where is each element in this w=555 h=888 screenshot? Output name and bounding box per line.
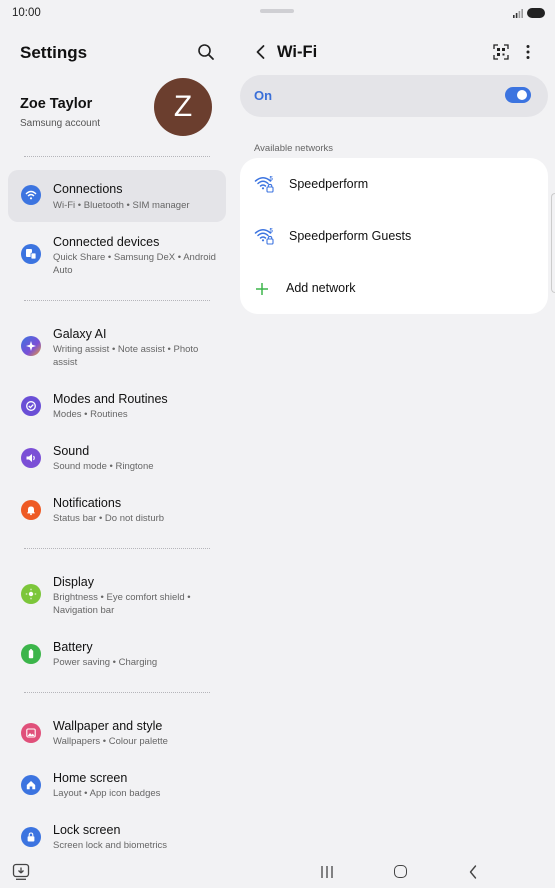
- menu-item-modes-and-routines[interactable]: Modes and Routines Modes • Routines: [8, 386, 226, 430]
- battery-status-icon: [527, 8, 545, 18]
- menu-item-sub: Screen lock and biometrics: [53, 840, 168, 851]
- edge-panel-handle[interactable]: [551, 193, 555, 293]
- menu-item-label: Sound: [53, 444, 90, 458]
- profile-name[interactable]: Zoe Taylor: [20, 96, 92, 112]
- menu-item-label: Connections: [53, 182, 123, 196]
- sound-icon: [21, 448, 41, 468]
- galaxy-ai-icon: [21, 336, 41, 356]
- modes-icon: [21, 396, 41, 416]
- add-network-label: Add network: [286, 281, 356, 295]
- wifi-secured-icon: 5: [254, 177, 274, 193]
- menu-item-label: Connected devices: [53, 235, 160, 249]
- menu-item-label: Wallpaper and style: [53, 719, 163, 733]
- status-time: 10:00: [12, 7, 41, 19]
- divider: [24, 692, 210, 693]
- menu-item-galaxy-ai[interactable]: Galaxy AI Writing assist • Note assist •…: [8, 320, 226, 376]
- menu-item-label: Notifications: [53, 496, 122, 510]
- switch-knob: [517, 90, 527, 100]
- back-arrow-icon[interactable]: [253, 43, 269, 61]
- settings-pane: Settings Zoe Taylor Samsung account Z Co…: [0, 28, 232, 858]
- divider: [24, 300, 210, 301]
- divider: [24, 156, 210, 157]
- menu-item-battery[interactable]: Battery Power saving • Charging: [8, 634, 226, 678]
- menu-item-connected-devices[interactable]: Connected devices Quick Share • Samsung …: [8, 228, 226, 284]
- lock-icon: [21, 827, 41, 847]
- menu-item-sub: Wallpapers • Colour palette: [53, 736, 168, 747]
- menu-item-lock-screen[interactable]: Lock screen Screen lock and biometrics: [8, 817, 226, 861]
- network-list: 5 Speedperform 5 Speedperform Guests Add…: [240, 158, 548, 314]
- connected-devices-icon: [21, 244, 41, 264]
- home-icon: [21, 775, 41, 795]
- bell-icon: [21, 500, 41, 520]
- menu-item-sub: Writing assist • Note assist • Photo ass…: [53, 344, 199, 368]
- back-icon[interactable]: [468, 864, 478, 880]
- more-options-icon[interactable]: [524, 43, 532, 61]
- svg-text:5: 5: [270, 229, 274, 235]
- recent-apps-icon[interactable]: [320, 865, 334, 879]
- menu-item-label: Battery: [53, 640, 93, 654]
- network-item[interactable]: 5 Speedperform: [240, 158, 548, 210]
- wifi-toggle-label: On: [254, 88, 273, 103]
- menu-item-label: Home screen: [53, 771, 128, 785]
- menu-item-sub: Quick Share • Samsung DeX • Android Auto: [53, 252, 216, 276]
- svg-text:5: 5: [270, 177, 274, 183]
- status-bar: 10:00: [0, 0, 555, 28]
- menu-item-display[interactable]: Display Brightness • Eye comfort shield …: [8, 568, 226, 624]
- menu-item-label: Lock screen: [53, 823, 121, 837]
- drag-handle[interactable]: [260, 9, 294, 13]
- wifi-icon: [21, 185, 41, 205]
- wifi-pane: Wi-Fi On Available networks 5 Speedperfo…: [240, 28, 548, 858]
- display-icon: [21, 584, 41, 604]
- avatar[interactable]: Z: [154, 78, 212, 136]
- home-button[interactable]: [394, 865, 407, 878]
- network-name: Speedperform: [289, 177, 369, 191]
- menu-item-sub: Brightness • Eye comfort shield • Naviga…: [53, 592, 191, 616]
- menu-item-home-screen[interactable]: Home screen Layout • App icon badges: [8, 765, 226, 809]
- wifi-toggle-row[interactable]: On: [240, 75, 548, 117]
- menu-item-sub: Layout • App icon badges: [53, 788, 161, 799]
- menu-item-wallpaper[interactable]: Wallpaper and style Wallpapers • Colour …: [8, 713, 226, 757]
- plus-icon: [256, 283, 268, 295]
- divider: [24, 548, 210, 549]
- wifi-switch[interactable]: [505, 87, 531, 103]
- section-title: Available networks: [254, 143, 334, 154]
- menu-item-connections[interactable]: Connections Wi-Fi • Bluetooth • SIM mana…: [8, 170, 226, 222]
- signal-icon: [513, 9, 523, 18]
- menu-item-label: Modes and Routines: [53, 392, 168, 406]
- qr-scan-icon[interactable]: [493, 44, 509, 60]
- page-title: Wi-Fi: [277, 43, 318, 61]
- page-title: Settings: [20, 43, 88, 62]
- wallpaper-icon: [21, 723, 41, 743]
- menu-item-label: Galaxy AI: [53, 327, 107, 341]
- menu-item-sub: Power saving • Charging: [53, 657, 158, 668]
- search-icon[interactable]: [196, 42, 216, 62]
- wifi-secured-icon: 5: [254, 229, 274, 245]
- menu-item-label: Display: [53, 575, 94, 589]
- taskbar-apps-icon[interactable]: [12, 863, 30, 881]
- menu-item-sub: Sound mode • Ringtone: [53, 461, 154, 472]
- battery-icon: [21, 644, 41, 664]
- add-network-button[interactable]: Add network: [240, 262, 548, 314]
- profile-subtitle: Samsung account: [20, 118, 101, 129]
- menu-item-sub: Status bar • Do not disturb: [53, 513, 165, 524]
- menu-item-notifications[interactable]: Notifications Status bar • Do not distur…: [8, 490, 226, 534]
- navigation-bar: [0, 858, 555, 888]
- network-item[interactable]: 5 Speedperform Guests: [240, 210, 548, 262]
- menu-item-sub: Wi-Fi • Bluetooth • SIM manager: [53, 200, 190, 211]
- menu-item-sound[interactable]: Sound Sound mode • Ringtone: [8, 438, 226, 482]
- network-name: Speedperform Guests: [289, 229, 412, 243]
- menu-item-sub: Modes • Routines: [53, 409, 128, 420]
